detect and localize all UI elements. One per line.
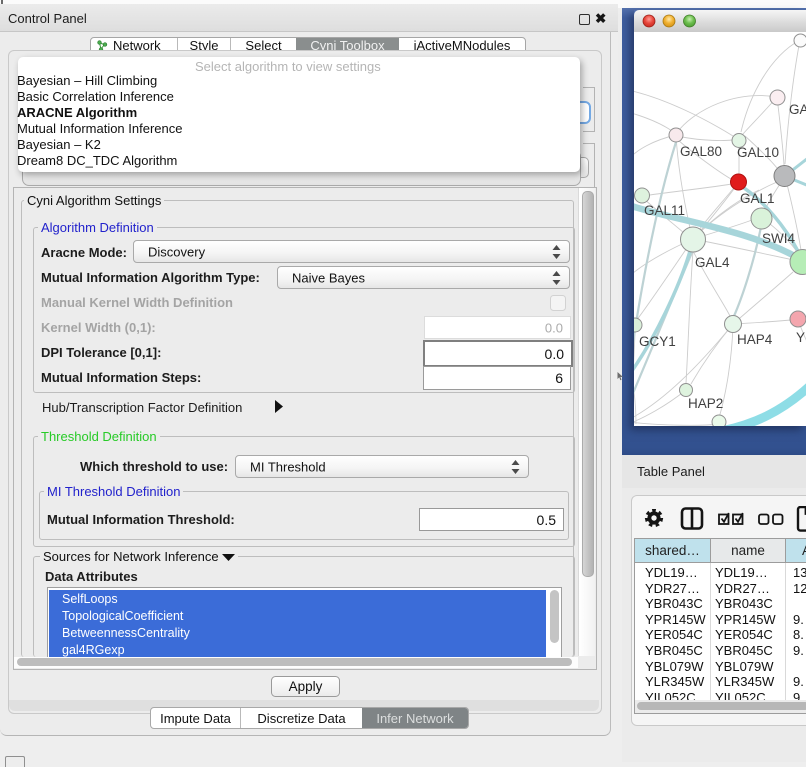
- svg-text:SWI4: SWI4: [762, 231, 795, 246]
- svg-text:Y: Y: [796, 330, 805, 345]
- svg-text:GAL11: GAL11: [644, 203, 685, 218]
- svg-text:GAL80: GAL80: [680, 144, 722, 159]
- svg-text:GAL7: GAL7: [789, 102, 806, 117]
- svg-text:HAP2: HAP2: [688, 396, 723, 411]
- svg-text:HAP4: HAP4: [737, 332, 773, 347]
- svg-text:GAL1: GAL1: [740, 191, 775, 206]
- svg-text:GCY1: GCY1: [639, 334, 676, 349]
- svg-text:GAL10: GAL10: [737, 145, 779, 160]
- svg-text:GAL4: GAL4: [695, 255, 730, 270]
